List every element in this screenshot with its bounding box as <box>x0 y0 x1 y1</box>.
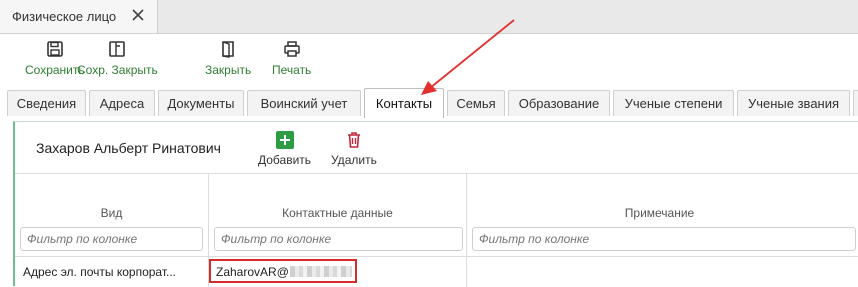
tab-academic-titles[interactable]: Ученые звания <box>737 90 850 116</box>
delete-label: Удалить <box>331 153 377 167</box>
add-button[interactable]: Добавить <box>258 131 311 167</box>
print-button[interactable]: Печать <box>272 40 311 77</box>
grid-header-bottom-line <box>15 256 858 257</box>
tab-family[interactable]: Семья <box>447 90 505 116</box>
column-header-type[interactable]: Вид <box>15 206 208 220</box>
column-header-note[interactable]: Примечание <box>467 206 852 220</box>
grid-header-top-line <box>15 173 858 174</box>
toolbar: Сохранить Сохр. Закрыть Закрыть Печать <box>0 34 858 84</box>
floppy-disk-icon <box>47 41 63 57</box>
highlight-box <box>209 259 357 283</box>
save-close-button[interactable]: Сохр. Закрыть <box>77 40 158 77</box>
printer-icon <box>283 41 300 57</box>
column-header-contact-data[interactable]: Контактные данные <box>209 206 466 220</box>
close-button[interactable]: Закрыть <box>205 40 251 77</box>
save-label: Сохранить <box>25 63 85 77</box>
tab-military[interactable]: Воинский учет <box>247 90 361 116</box>
document-tab[interactable]: Физическое лицо <box>0 0 158 33</box>
save-close-label: Сохр. Закрыть <box>77 63 158 77</box>
save-button[interactable]: Сохранить <box>25 40 85 77</box>
door-icon <box>222 41 234 58</box>
person-name: Захаров Альберт Ринатович <box>36 140 221 156</box>
tab-info[interactable]: Сведения <box>7 90 86 116</box>
document-tab-title: Физическое лицо <box>12 9 117 24</box>
section-tabs: Сведения Адреса Документы Воинский учет … <box>0 88 858 118</box>
row-type-cell[interactable]: Адрес эл. почты корпорат... <box>23 265 176 279</box>
tab-addresses[interactable]: Адреса <box>89 90 155 116</box>
close-label: Закрыть <box>205 63 252 77</box>
grid-divider-2 <box>466 173 467 287</box>
tab-contacts[interactable]: Контакты <box>364 88 444 118</box>
tab-documents[interactable]: Документы <box>158 90 244 116</box>
tab-overflow[interactable] <box>853 90 858 116</box>
filter-contact-data-input[interactable] <box>214 227 463 251</box>
document-tab-bar: Физическое лицо <box>0 0 858 34</box>
print-label: Печать <box>272 63 312 77</box>
filter-note-input[interactable] <box>472 227 856 251</box>
close-icon[interactable] <box>131 8 145 22</box>
trash-icon <box>347 132 360 148</box>
save-close-icon <box>109 41 126 57</box>
delete-button[interactable]: Удалить <box>331 131 377 167</box>
tab-academic-degrees[interactable]: Ученые степени <box>613 90 734 116</box>
filter-type-input[interactable] <box>20 227 203 251</box>
add-label: Добавить <box>258 153 312 167</box>
tab-education[interactable]: Образование <box>508 90 610 116</box>
contacts-panel: Захаров Альберт Ринатович Добавить Удали… <box>13 121 858 287</box>
plus-icon <box>275 131 294 149</box>
